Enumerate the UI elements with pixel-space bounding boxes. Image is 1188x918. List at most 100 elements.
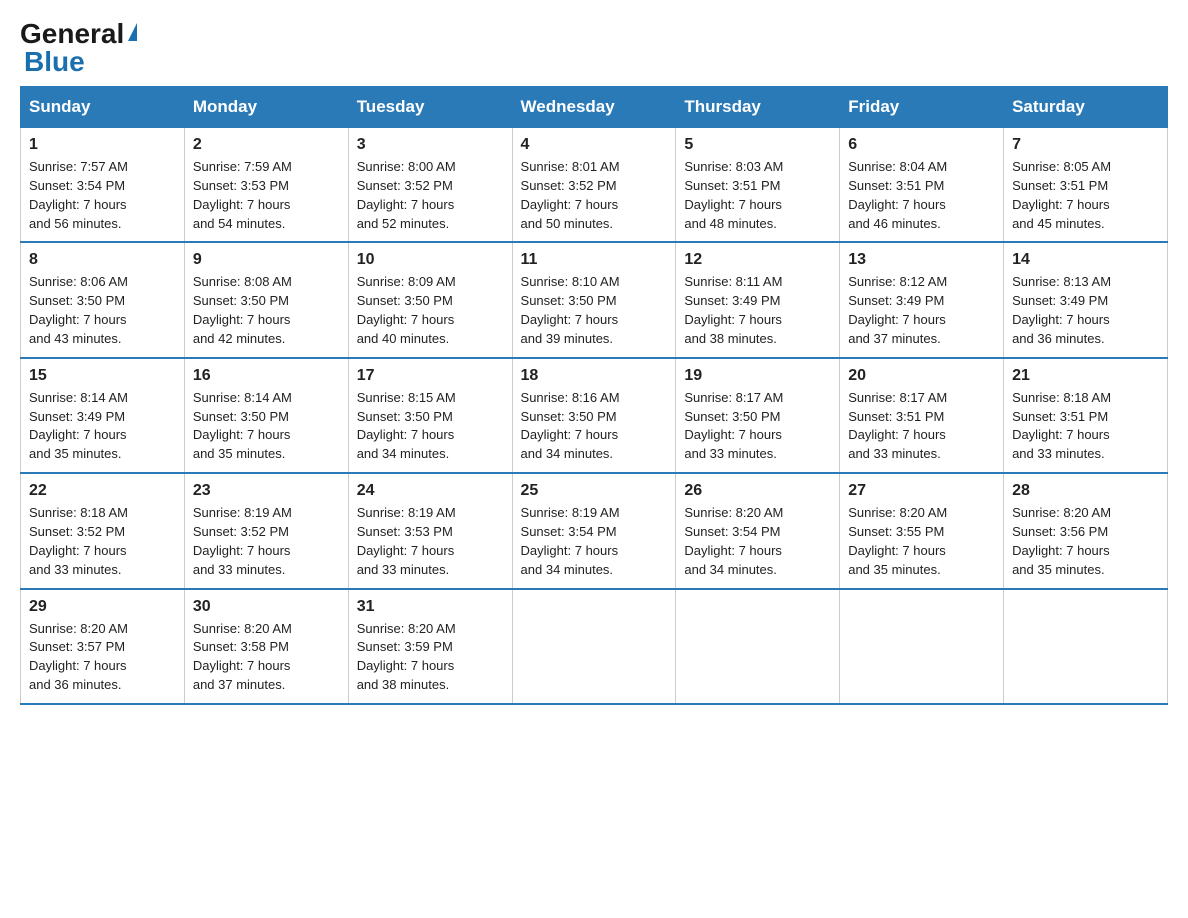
day-number: 8 — [29, 251, 176, 269]
calendar-cell: 23Sunrise: 8:19 AMSunset: 3:52 PMDayligh… — [184, 473, 348, 588]
calendar-cell: 13 Sunrise: 8:12 AMSunset: 3:49 PMDayligh… — [840, 242, 1004, 357]
day-info: Sunrise: 8:14 AMSunset: 3:49 PMDaylight:… — [29, 389, 176, 464]
day-info: Sunrise: 8:18 AMSunset: 3:51 PMDaylight:… — [1012, 389, 1159, 464]
day-number: 19 — [684, 367, 831, 385]
calendar-cell: 21 Sunrise: 8:18 AMSunset: 3:51 PMDayligh… — [1004, 358, 1168, 473]
calendar-cell: 19 Sunrise: 8:17 AMSunset: 3:50 PMDayligh… — [676, 358, 840, 473]
calendar-cell — [512, 589, 676, 704]
day-number: 14 — [1012, 251, 1159, 269]
day-number: 26 — [684, 482, 831, 500]
day-number: 10 — [357, 251, 504, 269]
calendar-cell — [1004, 589, 1168, 704]
day-number: 5 — [684, 136, 831, 154]
day-info: Sunrise: 8:14 AMSunset: 3:50 PMDaylight:… — [193, 389, 340, 464]
day-info: Sunrise: 8:20 AMSunset: 3:57 PMDaylight:… — [29, 620, 176, 695]
day-info: Sunrise: 8:16 AMSunset: 3:50 PMDaylight:… — [521, 389, 668, 464]
day-number: 13 — [848, 251, 995, 269]
day-info: Sunrise: 8:15 AMSunset: 3:50 PMDaylight:… — [357, 389, 504, 464]
calendar-cell: 20 Sunrise: 8:17 AMSunset: 3:51 PMDayligh… — [840, 358, 1004, 473]
calendar-cell: 14 Sunrise: 8:13 AMSunset: 3:49 PMDayligh… — [1004, 242, 1168, 357]
calendar-cell: 4Sunrise: 8:01 AMSunset: 3:52 PMDaylight… — [512, 128, 676, 243]
calendar-cell: 8 Sunrise: 8:06 AMSunset: 3:50 PMDaylight… — [21, 242, 185, 357]
day-info: Sunrise: 7:59 AMSunset: 3:53 PMDaylight:… — [193, 158, 340, 233]
day-number: 16 — [193, 367, 340, 385]
week-row-5: 29 Sunrise: 8:20 AMSunset: 3:57 PMDayligh… — [21, 589, 1168, 704]
day-number: 9 — [193, 251, 340, 269]
day-info: Sunrise: 8:03 AMSunset: 3:51 PMDaylight:… — [684, 158, 831, 233]
day-info: Sunrise: 7:57 AMSunset: 3:54 PMDaylight:… — [29, 158, 176, 233]
day-info: Sunrise: 8:13 AMSunset: 3:49 PMDaylight:… — [1012, 273, 1159, 348]
day-number: 22 — [29, 482, 176, 500]
day-number: 15 — [29, 367, 176, 385]
day-number: 1 — [29, 136, 176, 154]
day-info: Sunrise: 8:19 AMSunset: 3:54 PMDaylight:… — [521, 504, 668, 579]
calendar-cell: 9 Sunrise: 8:08 AMSunset: 3:50 PMDaylight… — [184, 242, 348, 357]
day-number: 27 — [848, 482, 995, 500]
logo-blue-text: Blue — [24, 48, 85, 76]
logo-general-text: General — [20, 20, 124, 48]
header-monday: Monday — [184, 87, 348, 128]
header-thursday: Thursday — [676, 87, 840, 128]
logo: General Blue — [20, 20, 137, 76]
day-number: 4 — [521, 136, 668, 154]
day-info: Sunrise: 8:20 AMSunset: 3:56 PMDaylight:… — [1012, 504, 1159, 579]
day-info: Sunrise: 8:11 AMSunset: 3:49 PMDaylight:… — [684, 273, 831, 348]
calendar-cell: 16 Sunrise: 8:14 AMSunset: 3:50 PMDayligh… — [184, 358, 348, 473]
day-number: 24 — [357, 482, 504, 500]
calendar-cell: 29 Sunrise: 8:20 AMSunset: 3:57 PMDayligh… — [21, 589, 185, 704]
calendar-cell: 27 Sunrise: 8:20 AMSunset: 3:55 PMDayligh… — [840, 473, 1004, 588]
day-info: Sunrise: 8:20 AMSunset: 3:55 PMDaylight:… — [848, 504, 995, 579]
calendar-cell: 7 Sunrise: 8:05 AMSunset: 3:51 PMDaylight… — [1004, 128, 1168, 243]
day-number: 20 — [848, 367, 995, 385]
calendar-cell: 6 Sunrise: 8:04 AMSunset: 3:51 PMDaylight… — [840, 128, 1004, 243]
week-row-1: 1 Sunrise: 7:57 AMSunset: 3:54 PMDaylight… — [21, 128, 1168, 243]
calendar-cell: 2 Sunrise: 7:59 AMSunset: 3:53 PMDaylight… — [184, 128, 348, 243]
week-row-2: 8 Sunrise: 8:06 AMSunset: 3:50 PMDaylight… — [21, 242, 1168, 357]
calendar-cell: 3Sunrise: 8:00 AMSunset: 3:52 PMDaylight… — [348, 128, 512, 243]
header-friday: Friday — [840, 87, 1004, 128]
day-number: 7 — [1012, 136, 1159, 154]
calendar-cell: 11Sunrise: 8:10 AMSunset: 3:50 PMDayligh… — [512, 242, 676, 357]
day-number: 21 — [1012, 367, 1159, 385]
calendar-cell: 31 Sunrise: 8:20 AMSunset: 3:59 PMDayligh… — [348, 589, 512, 704]
header-tuesday: Tuesday — [348, 87, 512, 128]
day-info: Sunrise: 8:17 AMSunset: 3:50 PMDaylight:… — [684, 389, 831, 464]
calendar-cell: 24 Sunrise: 8:19 AMSunset: 3:53 PMDayligh… — [348, 473, 512, 588]
day-info: Sunrise: 8:19 AMSunset: 3:53 PMDaylight:… — [357, 504, 504, 579]
day-info: Sunrise: 8:19 AMSunset: 3:52 PMDaylight:… — [193, 504, 340, 579]
day-info: Sunrise: 8:00 AMSunset: 3:52 PMDaylight:… — [357, 158, 504, 233]
day-number: 18 — [521, 367, 668, 385]
day-info: Sunrise: 8:12 AMSunset: 3:49 PMDaylight:… — [848, 273, 995, 348]
calendar-cell: 12 Sunrise: 8:11 AMSunset: 3:49 PMDayligh… — [676, 242, 840, 357]
calendar-cell: 22 Sunrise: 8:18 AMSunset: 3:52 PMDayligh… — [21, 473, 185, 588]
week-row-4: 22 Sunrise: 8:18 AMSunset: 3:52 PMDayligh… — [21, 473, 1168, 588]
day-info: Sunrise: 8:18 AMSunset: 3:52 PMDaylight:… — [29, 504, 176, 579]
calendar-cell: 1 Sunrise: 7:57 AMSunset: 3:54 PMDaylight… — [21, 128, 185, 243]
day-info: Sunrise: 8:20 AMSunset: 3:59 PMDaylight:… — [357, 620, 504, 695]
day-number: 30 — [193, 598, 340, 616]
day-number: 25 — [521, 482, 668, 500]
calendar-header-row: SundayMondayTuesdayWednesdayThursdayFrid… — [21, 87, 1168, 128]
day-number: 29 — [29, 598, 176, 616]
day-info: Sunrise: 8:08 AMSunset: 3:50 PMDaylight:… — [193, 273, 340, 348]
calendar-cell: 28Sunrise: 8:20 AMSunset: 3:56 PMDayligh… — [1004, 473, 1168, 588]
day-number: 31 — [357, 598, 504, 616]
day-info: Sunrise: 8:10 AMSunset: 3:50 PMDaylight:… — [521, 273, 668, 348]
calendar-cell — [840, 589, 1004, 704]
calendar-cell — [676, 589, 840, 704]
header-wednesday: Wednesday — [512, 87, 676, 128]
logo-triangle-icon — [128, 23, 137, 41]
day-info: Sunrise: 8:04 AMSunset: 3:51 PMDaylight:… — [848, 158, 995, 233]
day-info: Sunrise: 8:17 AMSunset: 3:51 PMDaylight:… — [848, 389, 995, 464]
day-info: Sunrise: 8:20 AMSunset: 3:58 PMDaylight:… — [193, 620, 340, 695]
day-info: Sunrise: 8:05 AMSunset: 3:51 PMDaylight:… — [1012, 158, 1159, 233]
calendar-table: SundayMondayTuesdayWednesdayThursdayFrid… — [20, 86, 1168, 705]
day-number: 6 — [848, 136, 995, 154]
calendar-cell: 15 Sunrise: 8:14 AMSunset: 3:49 PMDayligh… — [21, 358, 185, 473]
day-number: 2 — [193, 136, 340, 154]
calendar-cell: 30 Sunrise: 8:20 AMSunset: 3:58 PMDayligh… — [184, 589, 348, 704]
calendar-cell: 17Sunrise: 8:15 AMSunset: 3:50 PMDayligh… — [348, 358, 512, 473]
day-info: Sunrise: 8:06 AMSunset: 3:50 PMDaylight:… — [29, 273, 176, 348]
page-header: General Blue — [20, 20, 1168, 76]
day-number: 12 — [684, 251, 831, 269]
